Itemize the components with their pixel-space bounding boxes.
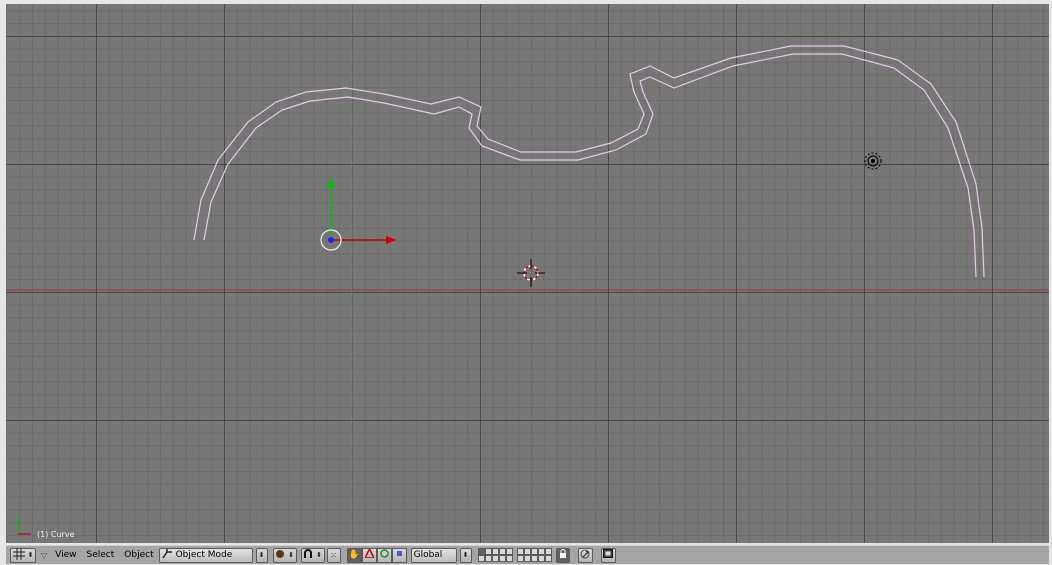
translate-manipulator-button[interactable] bbox=[361, 547, 377, 563]
manipulator-toggle-button[interactable]: ✋ bbox=[346, 547, 362, 563]
translate-icon bbox=[363, 547, 375, 561]
chevron-updown-icon: ⬍ bbox=[462, 551, 469, 559]
layer-button[interactable] bbox=[537, 548, 545, 555]
dotted-grid-icon: ⁙ bbox=[330, 550, 337, 560]
layer-button[interactable] bbox=[530, 555, 538, 562]
curve-outline-inner[interactable] bbox=[203, 53, 977, 278]
viewport-header: ⬍ ▽ View Select Object Object Mode ⬍ ⬍ ⬍… bbox=[6, 545, 1049, 564]
layer-buttons-group-2 bbox=[516, 548, 552, 562]
render-icon bbox=[603, 549, 614, 561]
chevron-updown-icon: ⬍ bbox=[258, 551, 265, 559]
y-manipulator-arrow[interactable] bbox=[327, 178, 335, 188]
chevron-updown-icon: ⬍ bbox=[288, 551, 295, 559]
lock-icon bbox=[559, 549, 567, 561]
hand-icon: ✋ bbox=[348, 550, 360, 560]
layer-button[interactable] bbox=[477, 555, 485, 562]
snap-button[interactable] bbox=[577, 547, 593, 563]
layer-button[interactable] bbox=[523, 555, 531, 562]
layer-button[interactable] bbox=[491, 548, 499, 555]
lamp-icon[interactable] bbox=[864, 152, 882, 170]
layer-button[interactable] bbox=[516, 548, 524, 555]
layer-button[interactable] bbox=[544, 548, 552, 555]
layer-button[interactable] bbox=[484, 555, 492, 562]
mini-axis-icon bbox=[17, 516, 31, 535]
3d-viewport[interactable]: (1) Curve bbox=[6, 4, 1049, 543]
menu-view[interactable]: View bbox=[55, 550, 76, 560]
layer-button[interactable] bbox=[537, 555, 545, 562]
layer-button[interactable] bbox=[491, 555, 499, 562]
object-origin[interactable] bbox=[328, 237, 334, 243]
render-button[interactable] bbox=[600, 547, 616, 563]
pivot-icon bbox=[303, 548, 313, 562]
x-manipulator-arrow[interactable] bbox=[386, 236, 396, 244]
editor-type-button[interactable]: ⬍ bbox=[10, 547, 36, 563]
mode-select[interactable]: Object Mode bbox=[158, 547, 253, 563]
mode-select-arrow[interactable]: ⬍ bbox=[255, 547, 268, 563]
layer-button[interactable] bbox=[477, 548, 485, 555]
pivot-select[interactable]: ⬍ bbox=[300, 547, 325, 563]
snap-grid-button[interactable]: ⁙ bbox=[326, 547, 341, 563]
grid-icon bbox=[12, 547, 25, 563]
chevron-updown-icon: ⬍ bbox=[27, 551, 34, 559]
object-mode-icon bbox=[161, 548, 173, 562]
snap-icon bbox=[580, 549, 590, 562]
layer-button[interactable] bbox=[498, 555, 506, 562]
3d-cursor-icon bbox=[517, 259, 545, 287]
orientation-select-arrow[interactable]: ⬍ bbox=[459, 547, 472, 563]
orientation-select[interactable]: Global bbox=[410, 547, 457, 563]
menu-object[interactable]: Object bbox=[124, 550, 153, 560]
mode-select-value: Object Mode bbox=[175, 550, 233, 560]
layer-button[interactable] bbox=[484, 548, 492, 555]
layer-button[interactable] bbox=[505, 555, 513, 562]
rotate-manipulator-button[interactable] bbox=[376, 547, 392, 563]
scale-icon bbox=[395, 549, 404, 561]
layer-button[interactable] bbox=[505, 548, 513, 555]
solid-shading-icon bbox=[275, 549, 285, 562]
chevron-updown-icon: ⬍ bbox=[316, 551, 323, 559]
layer-button[interactable] bbox=[498, 548, 506, 555]
shading-select[interactable]: ⬍ bbox=[272, 547, 297, 563]
layer-buttons-group-1 bbox=[477, 548, 513, 562]
scale-manipulator-button[interactable] bbox=[391, 547, 407, 563]
lock-layers-button[interactable] bbox=[555, 547, 570, 563]
orientation-select-value: Global bbox=[413, 550, 443, 560]
layer-button[interactable] bbox=[516, 555, 524, 562]
layer-button[interactable] bbox=[523, 548, 531, 555]
object-name-label: (1) Curve bbox=[37, 530, 75, 539]
layer-button[interactable] bbox=[544, 555, 552, 562]
menu-select[interactable]: Select bbox=[87, 550, 115, 560]
viewport-drawing bbox=[6, 4, 1049, 543]
layer-button[interactable] bbox=[530, 548, 538, 555]
collapse-triangle-icon[interactable]: ▽ bbox=[41, 551, 47, 560]
rotate-icon bbox=[379, 549, 389, 561]
